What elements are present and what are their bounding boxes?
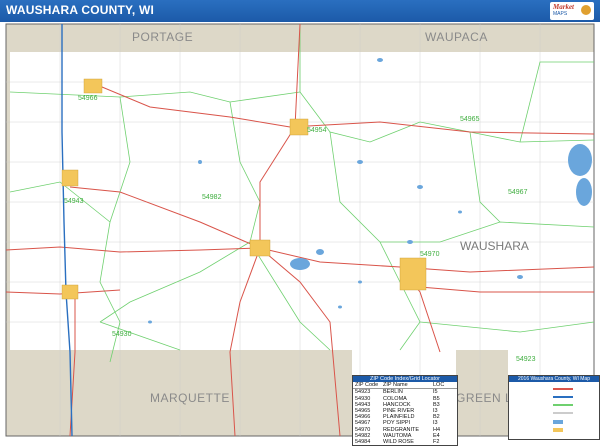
legend-title: 2016 Waushara County, WI Map: [509, 376, 599, 382]
legend-swatch-water: [553, 420, 563, 424]
county-label-portage: PORTAGE: [132, 30, 193, 44]
zip-label-54966: 54966: [78, 95, 98, 102]
legend-swatch-city: [553, 428, 563, 432]
publisher-logo: Market MAPS: [550, 2, 594, 20]
county-label-waupaca: WAUPACA: [425, 30, 488, 44]
zip-label-54967: 54967: [508, 189, 528, 196]
legend-line-highway: [553, 396, 573, 398]
zip-label-54954: 54954: [307, 127, 327, 134]
col-header-loc: LOC: [433, 382, 445, 389]
county-label-waushara: WAUSHARA: [460, 239, 529, 253]
header-bar: WAUSHARA COUNTY, WI Market MAPS: [0, 0, 600, 22]
zip-cell: 54984: [355, 439, 371, 446]
legend-line-grid: [553, 412, 573, 414]
zip-label-54923: 54923: [516, 356, 536, 363]
map-legend: 2016 Waushara County, WI Map: [508, 375, 600, 440]
zip-label-54943: 54943: [64, 198, 84, 205]
table-row: 54984 WILD ROSE F2: [353, 439, 457, 445]
name-cell: WILD ROSE: [383, 439, 414, 446]
legend-line-road: [553, 388, 573, 390]
col-header-name: ZIP Name: [383, 382, 408, 389]
legend-line-zip: [553, 404, 573, 406]
col-header-zip: ZIP Code: [355, 382, 379, 389]
zip-index-header-row: ZIP Code ZIP Name LOC: [353, 382, 457, 390]
zip-label-54930: 54930: [112, 331, 132, 338]
zip-label-54965: 54965: [460, 116, 480, 123]
zip-label-54970: 54970: [420, 251, 440, 258]
map-title: WAUSHARA COUNTY, WI: [6, 3, 155, 17]
county-label-marquette: MARQUETTE: [150, 391, 230, 405]
loc-cell: F2: [433, 439, 440, 446]
zip-label-54982: 54982: [202, 194, 222, 201]
zip-index-table: ZIP Code Index/Grid Locator ZIP Code ZIP…: [352, 375, 458, 446]
neighbor-west-band: [6, 52, 10, 350]
